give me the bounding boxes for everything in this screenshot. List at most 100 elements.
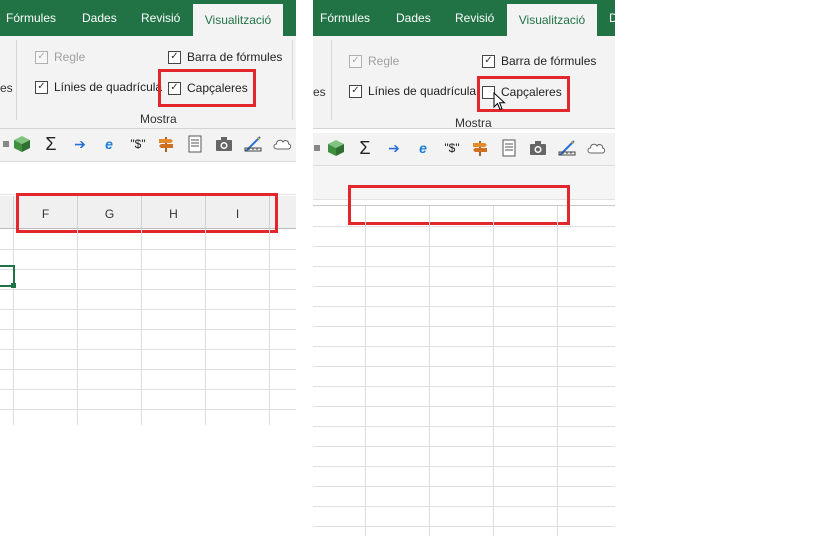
- grid-line: [313, 286, 615, 287]
- mouse-cursor-icon: [493, 91, 506, 114]
- tab-dades[interactable]: Dades: [396, 0, 431, 36]
- group-separator: [292, 40, 293, 120]
- grid-line: [313, 406, 615, 407]
- check-icon: ✓: [35, 80, 48, 94]
- grid-line: [0, 269, 296, 270]
- grid-line: [141, 229, 142, 425]
- grid-line: [269, 229, 270, 425]
- quick-access-toolbar: Σ ➔ e "$": [0, 129, 296, 162]
- left-screenshot-panel: Fórmules Dades Revisió Visualització es …: [0, 0, 296, 425]
- ruler-pencil-icon[interactable]: [243, 134, 263, 154]
- tab-revisio[interactable]: Revisió: [141, 0, 180, 36]
- regle-checkbox[interactable]: ✓ Regle: [349, 54, 399, 68]
- grid-line: [77, 229, 78, 425]
- linies-quadricula-checkbox[interactable]: ✓ Línies de quadrícula: [349, 84, 476, 98]
- ribbon-panel: es ✓ Regle ✓ Línies de quadrícula ✓ Barr…: [313, 36, 615, 130]
- tab-dades[interactable]: Dades: [82, 0, 117, 36]
- grid-line: [313, 266, 615, 267]
- highlight-capcaleres: [477, 76, 570, 112]
- column-header-partial[interactable]: [0, 196, 14, 228]
- cube-icon[interactable]: [326, 138, 346, 158]
- group-separator: [16, 40, 17, 120]
- tab-partial[interactable]: D: [609, 0, 615, 36]
- fill-handle[interactable]: [11, 283, 16, 288]
- mostra-group-label: Mostra: [140, 112, 177, 126]
- ruler-pencil-icon[interactable]: [557, 138, 577, 158]
- internet-explorer-icon[interactable]: e: [413, 138, 433, 158]
- check-icon: ✓: [482, 54, 495, 68]
- regle-label: Regle: [54, 50, 86, 64]
- dollar-quote-icon[interactable]: "$": [128, 134, 148, 154]
- grid-line: [313, 226, 615, 227]
- grid-line: [313, 486, 615, 487]
- grid-line: [313, 346, 615, 347]
- grid-line: [0, 309, 296, 310]
- grid-line: [205, 229, 206, 425]
- signpost-icon[interactable]: [470, 138, 490, 158]
- grid-line: [0, 409, 296, 410]
- document-icon[interactable]: [499, 138, 519, 158]
- barra-formules-label: Barra de fórmules: [187, 50, 283, 64]
- spreadsheet-grid[interactable]: [0, 229, 296, 425]
- grid-line: [313, 306, 615, 307]
- grid-line: [313, 526, 615, 527]
- check-icon: ✓: [168, 50, 181, 64]
- grid-line: [313, 446, 615, 447]
- regle-checkbox[interactable]: ✓ Regle: [35, 50, 85, 64]
- ribbon-tabs: Fórmules Dades Revisió Visualització: [0, 0, 296, 36]
- check-icon: ✓: [349, 54, 362, 68]
- camera-icon[interactable]: [214, 134, 234, 154]
- cube-icon[interactable]: [12, 134, 32, 154]
- grid-line: [13, 229, 14, 425]
- arrow-right-icon[interactable]: ➔: [384, 138, 404, 158]
- grid-line: [0, 249, 296, 250]
- grid-line: [313, 366, 615, 367]
- grid-line: [313, 326, 615, 327]
- tab-formules[interactable]: Fórmules: [6, 0, 56, 36]
- right-screenshot-panel: Fórmules Dades Revisió Visualització D e…: [313, 0, 615, 536]
- linies-quadricula-checkbox[interactable]: ✓ Línies de quadrícula: [35, 80, 162, 94]
- partial-icon: [313, 138, 327, 158]
- dollar-quote-icon[interactable]: "$": [442, 138, 462, 158]
- barra-formules-checkbox[interactable]: ✓ Barra de fórmules: [168, 50, 282, 64]
- tab-visualitzacio[interactable]: Visualització: [507, 4, 597, 36]
- grid-line: [313, 426, 615, 427]
- barra-formules-checkbox[interactable]: ✓ Barra de fórmules: [482, 54, 596, 68]
- grid-line: [313, 246, 615, 247]
- regle-label: Regle: [368, 54, 400, 68]
- grid-line: [313, 506, 615, 507]
- highlight-capcaleres: [158, 69, 256, 107]
- linies-quadricula-label: Línies de quadrícula: [54, 80, 163, 94]
- barra-formules-label: Barra de fórmules: [501, 54, 597, 68]
- tab-revisio[interactable]: Revisió: [455, 0, 494, 36]
- signpost-icon[interactable]: [156, 134, 176, 154]
- grid-line: [313, 466, 615, 467]
- check-icon: ✓: [349, 84, 362, 98]
- spreadsheet-grid[interactable]: [313, 206, 615, 536]
- cloud-icon[interactable]: [272, 134, 292, 154]
- sigma-icon[interactable]: Σ: [41, 134, 61, 154]
- document-icon[interactable]: [185, 134, 205, 154]
- formula-bar: [0, 162, 296, 195]
- internet-explorer-icon[interactable]: e: [99, 134, 119, 154]
- ribbon-panel: es ✓ Regle ✓ Línies de quadrícula ✓ Barr…: [0, 36, 296, 129]
- linies-quadricula-label: Línies de quadrícula: [368, 84, 477, 98]
- grid-line: [0, 349, 296, 350]
- check-icon: ✓: [35, 50, 48, 64]
- cloud-icon[interactable]: [586, 138, 606, 158]
- ribbon-tabs: Fórmules Dades Revisió Visualització D: [313, 0, 615, 36]
- grid-line: [313, 386, 615, 387]
- quick-access-toolbar: Σ ➔ e "$": [313, 133, 615, 166]
- mostra-group-label: Mostra: [455, 116, 492, 130]
- camera-icon[interactable]: [528, 138, 548, 158]
- arrow-right-icon[interactable]: ➔: [70, 134, 90, 154]
- truncated-group-text: es: [313, 85, 326, 99]
- grid-line: [0, 369, 296, 370]
- tab-visualitzacio[interactable]: Visualització: [193, 4, 283, 36]
- truncated-group-text: es: [0, 81, 13, 95]
- group-separator: [331, 40, 332, 120]
- sigma-icon[interactable]: Σ: [355, 138, 375, 158]
- grid-line: [0, 329, 296, 330]
- tab-formules[interactable]: Fórmules: [320, 0, 370, 36]
- grid-line: [0, 389, 296, 390]
